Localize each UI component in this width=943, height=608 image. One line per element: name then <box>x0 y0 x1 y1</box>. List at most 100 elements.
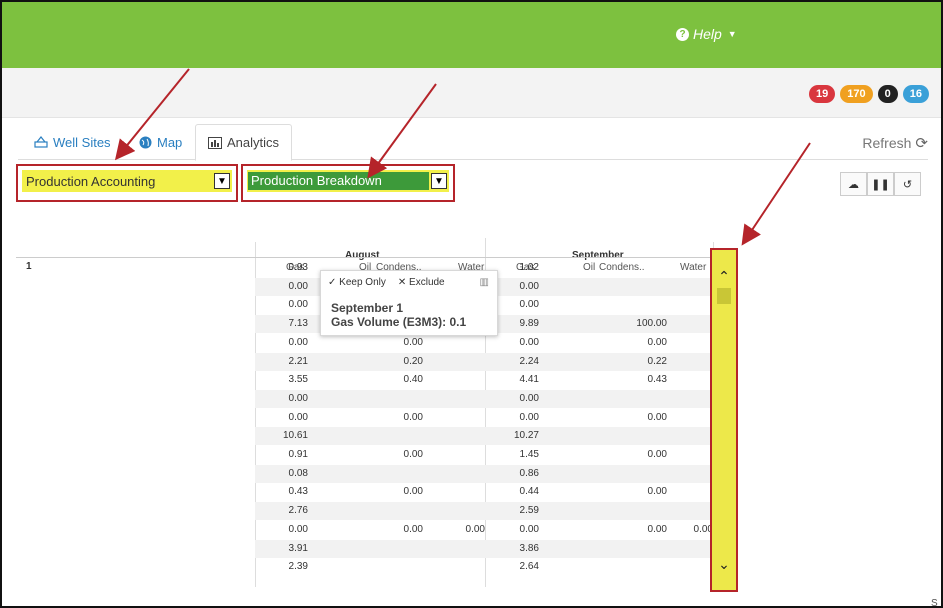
view-controls: ☁ ❚❚ ↺ <box>840 172 921 196</box>
table-cell[interactable]: 7.13 <box>248 318 308 329</box>
refresh-button[interactable]: Refresh ⟳ <box>862 134 928 152</box>
tab-map[interactable]: Map <box>139 124 182 160</box>
refresh-icon: ⟳ <box>915 135 928 152</box>
table-cell[interactable]: 0.00 <box>607 449 667 460</box>
refresh-label: Refresh <box>862 135 912 151</box>
tab-label: Analytics <box>227 135 280 150</box>
report-select[interactable]: Production Accounting ▼ <box>22 170 232 192</box>
view-data-icon[interactable]: ▥ <box>480 277 489 288</box>
table-cell[interactable]: 2.64 <box>479 561 539 572</box>
x-icon: ✕ <box>397 277 407 288</box>
table-cell[interactable]: 0.40 <box>363 374 423 385</box>
cloud-download-icon: ☁ <box>848 178 859 191</box>
exclude-label: Exclude <box>409 277 445 288</box>
chevron-down-icon: ▼ <box>214 173 230 189</box>
reset-button[interactable]: ↺ <box>894 172 921 196</box>
well-icon <box>34 136 48 148</box>
table-cell[interactable]: 0.00 <box>607 337 667 348</box>
column-header-water: Water <box>680 262 707 273</box>
table-cell[interactable]: 100.00 <box>607 318 667 329</box>
scroll-thumb[interactable] <box>717 288 731 304</box>
month-header-august: August <box>345 250 380 261</box>
chevron-down-icon: ▼ <box>431 173 447 189</box>
badge-red[interactable]: 19 <box>809 85 836 103</box>
badge-orange[interactable]: 170 <box>840 85 873 103</box>
tab-well-sites[interactable]: Well Sites <box>34 124 111 160</box>
column-header-oil: Oil <box>583 262 596 273</box>
table-cell[interactable]: 10.27 <box>479 430 539 441</box>
table-cell[interactable]: 0.00 <box>248 299 308 310</box>
table-cell[interactable]: 0.00 <box>248 337 308 348</box>
table-cell[interactable]: 0.00 <box>425 524 485 535</box>
table-cell[interactable]: 0.00 <box>607 412 667 423</box>
table-cell[interactable]: 0.00 <box>479 524 539 535</box>
tab-label: Well Sites <box>53 134 111 150</box>
table-cell[interactable]: 0.00 <box>248 412 308 423</box>
table-cell[interactable]: 0.00 <box>363 486 423 497</box>
notification-badges: 19 170 0 16 <box>809 85 929 103</box>
table-cell[interactable]: 0.00 <box>607 486 667 497</box>
view-select[interactable]: Production Breakdown ▼ <box>247 170 449 192</box>
table-cell[interactable]: 0.20 <box>363 356 423 367</box>
main-tabs: Well Sites Map Analytics Refresh ⟳ <box>18 124 928 161</box>
table-cell[interactable]: 0.00 <box>248 281 308 292</box>
table-cell[interactable]: 0.91 <box>248 449 308 460</box>
status-bar: 19 170 0 16 <box>2 68 941 118</box>
table-cell[interactable]: 0.08 <box>248 468 308 479</box>
report-dropdown-highlight: Production Accounting ▼ <box>16 164 238 202</box>
table-cell[interactable]: 0.00 <box>363 449 423 460</box>
table-cell[interactable]: 0.86 <box>479 468 539 479</box>
table-cell[interactable]: 0.00 <box>653 524 713 535</box>
table-cell[interactable]: 3.55 <box>248 374 308 385</box>
table-cell[interactable]: 0.00 <box>479 412 539 423</box>
table-cell[interactable]: 0.22 <box>607 356 667 367</box>
table-cell[interactable]: 0.00 <box>363 337 423 348</box>
table-cell[interactable]: 0.00 <box>363 412 423 423</box>
table-cell[interactable]: 0.00 <box>479 393 539 404</box>
scroll-down-icon[interactable]: ⌄ <box>716 556 732 572</box>
keep-only-button[interactable]: ✓ Keep Only <box>328 277 386 288</box>
table-cell[interactable]: 0.00 <box>248 393 308 404</box>
app-window: ? Help ▼ 19 170 0 16 Well Sites Map Anal… <box>0 0 943 608</box>
report-select-value: Production Accounting <box>26 173 156 189</box>
table-cell[interactable]: 2.39 <box>248 561 308 572</box>
corner-text: S <box>931 598 938 608</box>
tab-analytics[interactable]: Analytics <box>195 124 293 161</box>
badge-blue[interactable]: 16 <box>902 85 929 103</box>
tab-label: Map <box>157 134 183 150</box>
table-cell[interactable]: 2.76 <box>248 505 308 516</box>
table-cell[interactable]: 0.43 <box>248 486 308 497</box>
table-cell[interactable]: 0.00 <box>363 524 423 535</box>
table-cell[interactable]: 0.00 <box>479 337 539 348</box>
table-cell[interactable]: 2.21 <box>248 356 308 367</box>
table-cell[interactable]: 0.00 <box>248 524 308 535</box>
help-menu[interactable]: ? Help ▼ <box>676 26 737 42</box>
scroll-up-icon[interactable]: ⌃ <box>716 268 732 284</box>
table-cell[interactable]: 0.93 <box>248 262 308 273</box>
table-cell[interactable]: 3.86 <box>479 543 539 554</box>
keep-only-label: Keep Only <box>339 277 386 288</box>
table-cell[interactable]: 2.59 <box>479 505 539 516</box>
table-cell[interactable]: 2.24 <box>479 356 539 367</box>
table-cell[interactable]: 3.91 <box>248 543 308 554</box>
globe-icon <box>139 136 152 148</box>
month-header-september: September <box>572 250 624 261</box>
pause-icon: ❚❚ <box>871 178 890 191</box>
tooltip-actions: ✓ Keep Only ✕ Exclude <box>328 277 445 288</box>
table-cell[interactable]: 0.43 <box>607 374 667 385</box>
grid-header-rule <box>16 257 713 258</box>
table-cell[interactable]: 1.45 <box>479 449 539 460</box>
table-cell[interactable]: 0.44 <box>479 486 539 497</box>
table-cell[interactable]: 10.61 <box>248 430 308 441</box>
cloud-download-button[interactable]: ☁ <box>840 172 867 196</box>
caret-down-icon: ▼ <box>727 29 737 39</box>
badge-black[interactable]: 0 <box>877 85 898 103</box>
vertical-scrollbar-highlight: ⌃ ⌄ <box>710 248 738 592</box>
pause-button[interactable]: ❚❚ <box>867 172 894 196</box>
table-cell[interactable]: 4.41 <box>479 374 539 385</box>
view-select-value: Production Breakdown <box>248 172 429 190</box>
tooltip-title: September 1 <box>331 301 404 315</box>
exclude-button[interactable]: ✕ Exclude <box>398 277 445 288</box>
undo-icon: ↺ <box>902 178 913 191</box>
help-label: Help <box>693 26 722 42</box>
